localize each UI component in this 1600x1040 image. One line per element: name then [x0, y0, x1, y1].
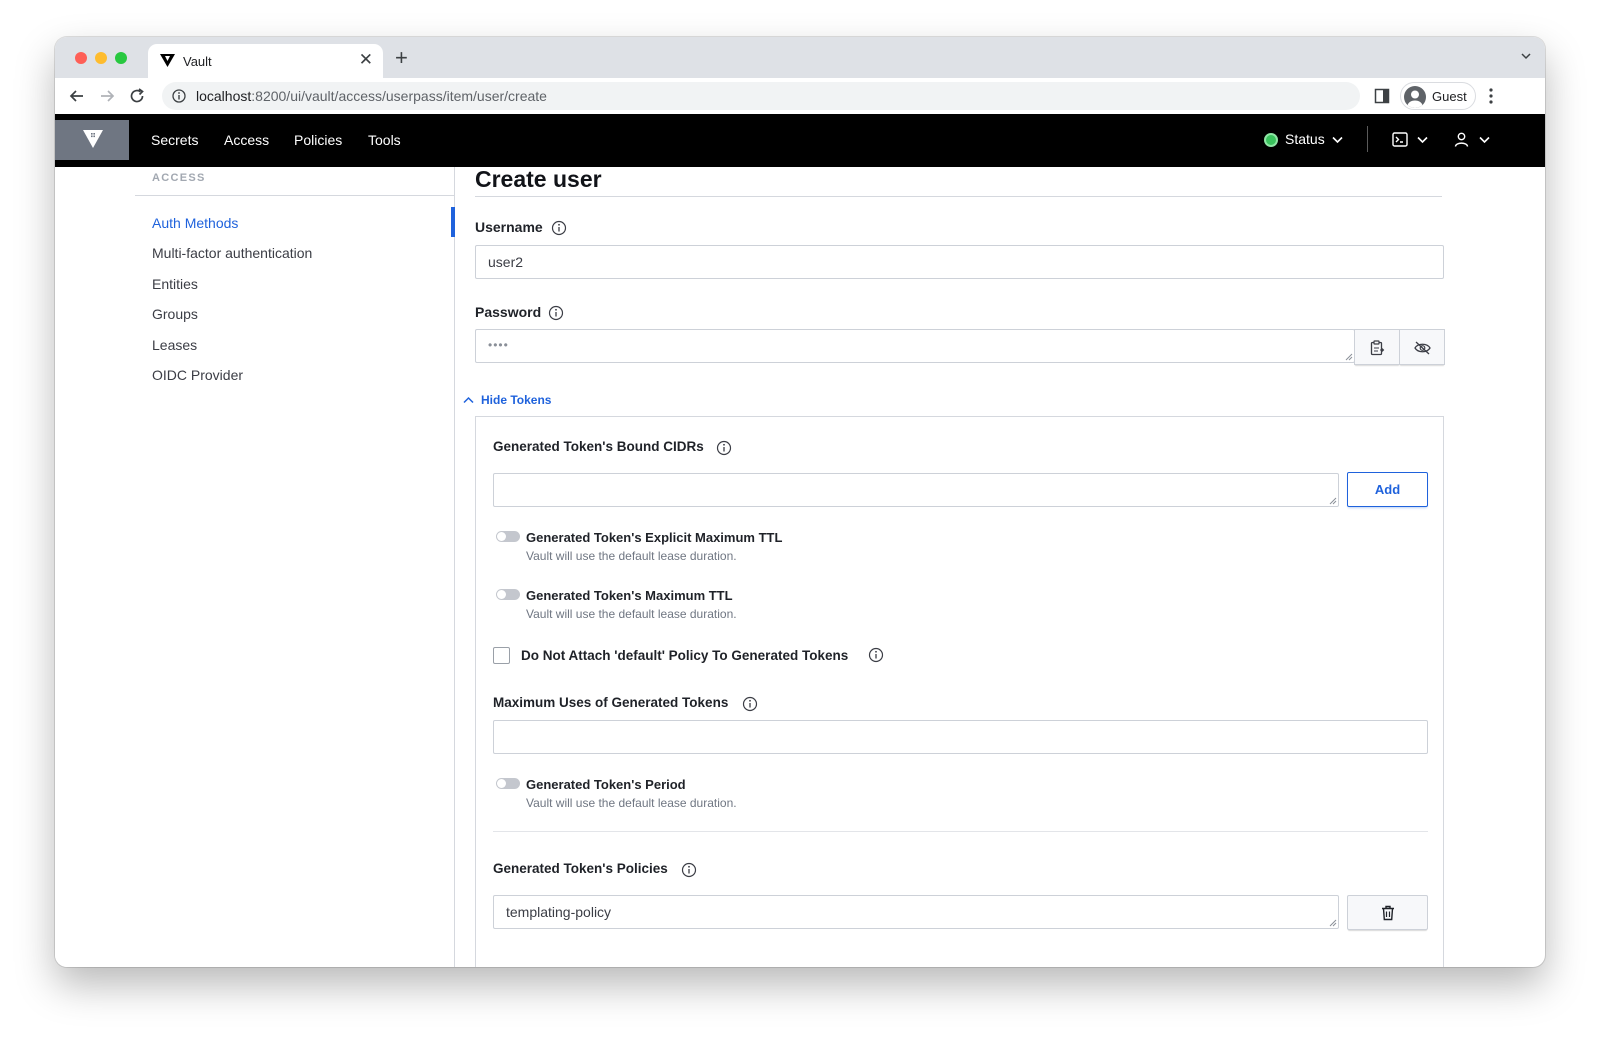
period-label: Generated Token's Period	[526, 777, 686, 792]
password-info-icon[interactable]	[548, 305, 564, 321]
tab-title: Vault	[183, 54, 212, 69]
no-default-policy-info-icon[interactable]	[868, 647, 884, 663]
eye-off-icon	[1414, 341, 1431, 355]
browser-window: Vault ✕ + localhost:8200/ui/vault/access…	[55, 37, 1545, 967]
clipboard-icon	[1370, 340, 1385, 356]
policies-info-icon[interactable]	[681, 862, 697, 878]
sidebar: ACCESS Auth Methods Multi-factor authent…	[55, 167, 455, 967]
nav-access[interactable]: Access	[224, 132, 269, 148]
add-cidr-button[interactable]: Add	[1347, 472, 1428, 507]
max-ttl-help: Vault will use the default lease duratio…	[526, 607, 737, 621]
period-toggle[interactable]	[496, 778, 520, 789]
trash-icon	[1382, 905, 1394, 921]
nav-tools[interactable]: Tools	[368, 132, 401, 148]
password-input[interactable]: ••••	[475, 329, 1355, 363]
max-uses-input[interactable]	[493, 720, 1428, 754]
tab-strip: Vault ✕ +	[55, 37, 1545, 78]
vault-logo-icon	[83, 130, 103, 148]
back-arrow-icon[interactable]	[67, 86, 87, 106]
browser-tab[interactable]: Vault ✕	[148, 44, 383, 78]
header-divider	[1367, 126, 1368, 152]
browser-toolbar: localhost:8200/ui/vault/access/userpass/…	[55, 78, 1545, 114]
password-label: Password	[475, 304, 542, 320]
side-panel-icon[interactable]	[1374, 88, 1390, 104]
console-chevron-down-icon[interactable]	[1417, 136, 1428, 144]
sidebar-item-leases[interactable]: Leases	[152, 337, 197, 353]
delete-policy-button[interactable]	[1347, 895, 1428, 930]
browser-menu-icon[interactable]	[1488, 87, 1494, 105]
console-icon[interactable]	[1392, 132, 1408, 147]
guest-avatar-icon	[1404, 86, 1426, 108]
max-uses-info-icon[interactable]	[742, 696, 758, 712]
minimize-window-button[interactable]	[95, 52, 107, 64]
section-divider	[493, 831, 1428, 832]
status-chevron-down-icon[interactable]	[1332, 136, 1343, 144]
explicit-max-ttl-label: Generated Token's Explicit Maximum TTL	[526, 530, 783, 545]
reload-icon[interactable]	[127, 86, 147, 106]
toggle-password-visibility-button[interactable]	[1399, 329, 1445, 365]
sidebar-item-entities[interactable]: Entities	[152, 276, 198, 292]
vault-header: Secrets Access Policies Tools Status	[55, 114, 1545, 167]
sidebar-item-mfa[interactable]: Multi-factor authentication	[152, 245, 312, 261]
sidebar-item-auth-methods[interactable]: Auth Methods	[152, 215, 238, 231]
nav-policies[interactable]: Policies	[294, 132, 342, 148]
new-tab-icon[interactable]: +	[395, 47, 408, 69]
tab-search-chevron-icon[interactable]	[1521, 51, 1531, 61]
user-icon[interactable]	[1454, 132, 1469, 147]
page-title: Create user	[475, 167, 602, 192]
hide-tokens-link[interactable]: Hide Tokens	[481, 393, 551, 407]
username-info-icon[interactable]	[551, 220, 567, 236]
explicit-max-ttl-toggle[interactable]	[496, 531, 520, 542]
status-indicator-icon	[1264, 133, 1278, 147]
profile-label: Guest	[1432, 89, 1467, 104]
sidebar-divider	[135, 195, 455, 196]
no-default-policy-checkbox[interactable]	[493, 647, 510, 664]
chevron-up-icon[interactable]	[463, 396, 474, 404]
policy-resize-handle-icon[interactable]	[1329, 919, 1337, 927]
url-text: localhost:8200/ui/vault/access/userpass/…	[196, 88, 547, 104]
sidebar-item-oidc-provider[interactable]: OIDC Provider	[152, 367, 243, 383]
username-label: Username	[475, 219, 543, 235]
explicit-max-ttl-help: Vault will use the default lease duratio…	[526, 549, 737, 563]
vault-favicon-icon	[160, 54, 175, 67]
copy-password-button[interactable]	[1354, 329, 1400, 365]
nav-secrets[interactable]: Secrets	[151, 132, 198, 148]
password-resize-handle-icon[interactable]	[1345, 353, 1353, 361]
bound-cidrs-input[interactable]	[493, 473, 1339, 507]
site-info-icon[interactable]	[172, 89, 186, 103]
bound-cidrs-resize-handle-icon[interactable]	[1329, 497, 1337, 505]
close-window-button[interactable]	[75, 52, 87, 64]
policy-input[interactable]: templating-policy	[493, 895, 1339, 929]
bound-cidrs-info-icon[interactable]	[716, 440, 732, 456]
policies-label: Generated Token's Policies	[493, 861, 668, 876]
forward-arrow-icon[interactable]	[97, 86, 117, 106]
status-menu-button[interactable]: Status	[1285, 131, 1325, 147]
username-input[interactable]: user2	[475, 245, 1444, 279]
user-chevron-down-icon[interactable]	[1479, 136, 1490, 144]
period-help: Vault will use the default lease duratio…	[526, 796, 737, 810]
max-ttl-toggle[interactable]	[496, 589, 520, 600]
max-ttl-label: Generated Token's Maximum TTL	[526, 588, 733, 603]
sidebar-item-groups[interactable]: Groups	[152, 306, 198, 322]
title-divider	[475, 196, 1442, 197]
profile-button[interactable]: Guest	[1400, 82, 1476, 110]
no-default-policy-label[interactable]: Do Not Attach 'default' Policy To Genera…	[521, 648, 848, 663]
close-tab-icon[interactable]: ✕	[359, 51, 373, 69]
bound-cidrs-label: Generated Token's Bound CIDRs	[493, 439, 704, 454]
token-settings-panel: Generated Token's Bound CIDRs Add Genera…	[475, 416, 1444, 967]
main-content: Create user Username user2 Password ••••	[455, 167, 1545, 967]
maximize-window-button[interactable]	[115, 52, 127, 64]
sidebar-heading: ACCESS	[152, 172, 206, 184]
vault-logo-button[interactable]	[55, 120, 129, 160]
max-uses-label: Maximum Uses of Generated Tokens	[493, 695, 729, 710]
address-bar[interactable]: localhost:8200/ui/vault/access/userpass/…	[162, 82, 1360, 110]
